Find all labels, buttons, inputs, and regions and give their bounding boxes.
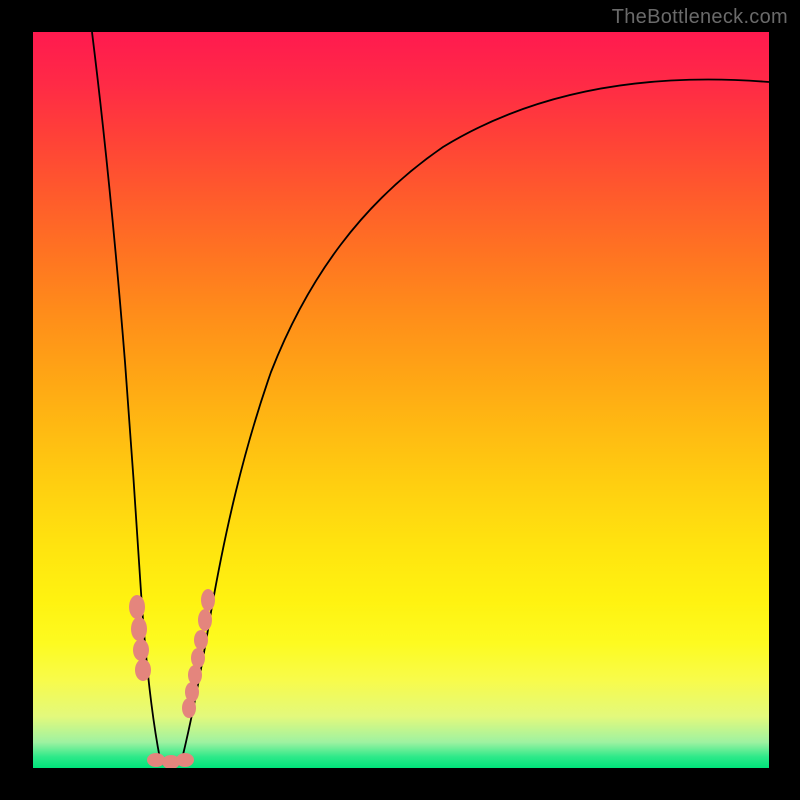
marker-dot — [201, 589, 215, 611]
marker-dot — [194, 630, 208, 650]
marker-dot — [198, 609, 212, 631]
bottleneck-curve — [33, 32, 769, 768]
marker-dot — [188, 665, 202, 685]
marker-dot — [176, 753, 194, 767]
curve-right-branch — [182, 80, 769, 759]
chart-frame: TheBottleneck.com — [0, 0, 800, 800]
plot-area — [33, 32, 769, 768]
marker-dot — [147, 753, 165, 767]
marker-dot — [131, 617, 147, 641]
curve-left-branch — [92, 32, 160, 759]
marker-dot — [129, 595, 145, 619]
marker-dot — [185, 682, 199, 702]
marker-dot — [191, 648, 205, 668]
marker-dot — [135, 659, 151, 681]
watermark-text: TheBottleneck.com — [612, 6, 788, 29]
marker-dot — [133, 639, 149, 661]
